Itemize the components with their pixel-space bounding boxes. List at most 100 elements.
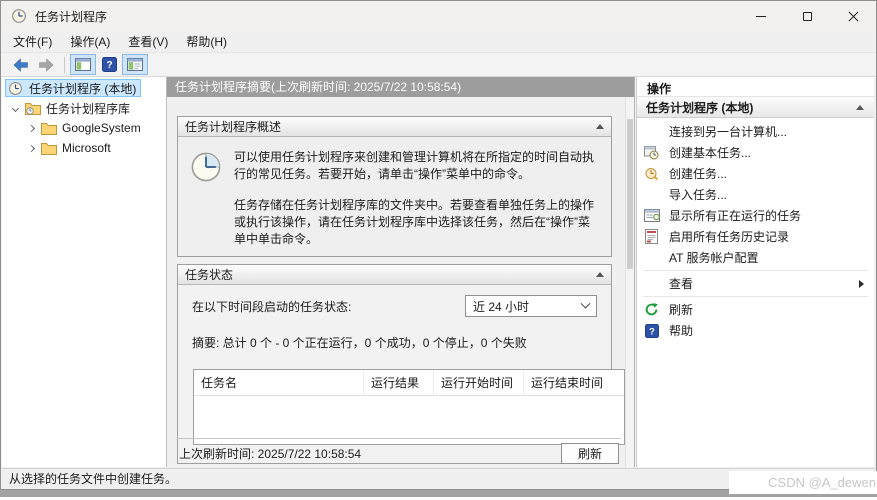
period-value: 近 24 小时 [473, 299, 530, 314]
vertical-scrollbar[interactable] [625, 97, 634, 467]
menu-file[interactable]: 文件(F) [4, 31, 61, 52]
action-label: 刷新 [669, 303, 694, 317]
action-create-task[interactable]: 创建任务... [637, 163, 874, 184]
running-tasks-icon [643, 207, 660, 224]
chevron-right-icon[interactable] [27, 124, 36, 132]
toolbar: ? [1, 52, 876, 77]
task-history-icon [643, 228, 660, 245]
column-header-run-result[interactable]: 运行结果 [364, 370, 434, 395]
column-header-task-name[interactable]: 任务名 [194, 370, 364, 395]
tree-item-microsoft[interactable]: Microsoft [2, 139, 166, 157]
action-label: 创建任务... [669, 167, 728, 181]
minimize-icon [756, 15, 766, 17]
close-icon [848, 11, 859, 22]
titlebar: 任务计划程序 [1, 1, 876, 31]
minimize-button[interactable] [738, 1, 784, 31]
action-view[interactable]: 查看 [637, 273, 874, 294]
action-enable-task-history[interactable]: 启用所有任务历史记录 [637, 226, 874, 247]
task-status-section-header[interactable]: 任务状态 [178, 265, 611, 285]
collapse-icon[interactable] [856, 104, 864, 110]
action-help[interactable]: ? 帮助 [637, 320, 874, 341]
tree-item-root[interactable]: 任务计划程序 (本地) [2, 79, 166, 97]
forward-icon [38, 57, 53, 72]
tree-item-googlesystem[interactable]: GoogleSystem [2, 119, 166, 137]
maximize-icon [802, 11, 812, 21]
scrollbar-thumb[interactable] [627, 119, 633, 269]
watermark: CSDN @A_dewen [729, 471, 877, 494]
action-label: 创建基本任务... [669, 146, 752, 160]
task-status-section: 任务状态 在以下时间段启动的任务状态: 近 24 小时 摘要: 总计 0 个 -… [177, 264, 625, 464]
action-at-service-account[interactable]: AT 服务帐户配置 [637, 247, 874, 268]
actions-panel: 操作 任务计划程序 (本地) 连接到另一台计算机... 创建基本任务... 创建… [636, 77, 874, 467]
actions-separator [643, 296, 868, 297]
close-button[interactable] [830, 1, 876, 31]
overview-section-header[interactable]: 任务计划程序概述 [178, 117, 611, 137]
tree-root-label: 任务计划程序 (本地) [29, 81, 137, 96]
create-task-icon [643, 165, 660, 182]
column-header-run-end[interactable]: 运行结束时间 [524, 370, 624, 395]
forward-button[interactable] [33, 54, 59, 75]
action-pane-toggle-button[interactable] [122, 54, 148, 75]
action-label: 启用所有任务历史记录 [669, 230, 790, 244]
action-show-running-tasks[interactable]: 显示所有正在运行的任务 [637, 205, 874, 226]
task-table: 任务名 运行结果 运行开始时间 运行结束时间 [193, 369, 625, 445]
actions-group-header[interactable]: 任务计划程序 (本地) [637, 97, 874, 118]
tree-folder-label: Microsoft [62, 141, 111, 155]
action-import-task[interactable]: 导入任务... [637, 184, 874, 205]
folder-icon [41, 140, 57, 156]
tree-root-selection: 任务计划程序 (本地) [5, 79, 142, 97]
period-row: 在以下时间段启动的任务状态: 近 24 小时 [186, 295, 603, 317]
status-bar-text: 从选择的任务文件中创建任务。 [9, 472, 178, 486]
column-header-run-start[interactable]: 运行开始时间 [434, 370, 524, 395]
back-button[interactable] [7, 54, 33, 75]
submenu-arrow-icon [859, 279, 864, 288]
chevron-right-icon[interactable] [27, 144, 36, 152]
refresh-icon [643, 301, 660, 318]
no-icon [643, 249, 660, 266]
basic-task-icon [643, 144, 660, 161]
action-label: 帮助 [669, 324, 694, 338]
action-label: 查看 [669, 277, 694, 291]
summary-footer: 上次刷新时间: 2025/7/22 10:58:54 刷新 [177, 438, 621, 467]
app-icon [12, 9, 26, 23]
no-icon [643, 275, 660, 292]
overview-clock-icon [191, 152, 221, 182]
tree-library-label: 任务计划程序库 [46, 101, 131, 116]
summary-body: 任务计划程序概述 可以使用任务计划程序来创建和管理计算机将在所指定的时间自动执行… [167, 97, 625, 467]
caption-buttons [738, 1, 876, 31]
help-toolbar-button[interactable]: ? [96, 54, 122, 75]
chevron-down-icon[interactable] [11, 104, 20, 112]
tree-item-library[interactable]: 任务计划程序库 [2, 99, 166, 117]
svg-text:?: ? [106, 60, 112, 71]
menubar: 文件(F) 操作(A) 查看(V) 帮助(H) [1, 31, 876, 52]
action-create-basic-task[interactable]: 创建基本任务... [637, 142, 874, 163]
last-refresh-time: 上次刷新时间: 2025/7/22 10:58:54 [179, 446, 362, 461]
action-label: 连接到另一台计算机... [669, 125, 788, 139]
menu-action[interactable]: 操作(A) [61, 31, 119, 52]
overview-title: 任务计划程序概述 [185, 120, 282, 134]
action-connect-computer[interactable]: 连接到另一台计算机... [637, 121, 874, 142]
period-dropdown[interactable]: 近 24 小时 [465, 295, 597, 317]
task-table-header-row: 任务名 运行结果 运行开始时间 运行结束时间 [194, 370, 624, 396]
menu-help[interactable]: 帮助(H) [177, 31, 236, 52]
maximize-button[interactable] [784, 1, 830, 31]
action-refresh[interactable]: 刷新 [637, 299, 874, 320]
overview-text: 可以使用任务计划程序来创建和管理计算机将在所指定的时间自动执行的常见任务。若要开… [234, 149, 597, 248]
summary-panel: 任务计划程序摘要(上次刷新时间: 2025/7/22 10:58:54) 任务计… [167, 77, 635, 467]
scheduler-clock-icon [8, 80, 24, 96]
no-icon [643, 123, 660, 140]
action-pane-toggle-icon [127, 58, 143, 71]
console-tree-toggle-icon [75, 58, 91, 71]
help-toolbar-icon: ? [101, 57, 117, 72]
tree-folder-label: GoogleSystem [62, 121, 141, 135]
action-label: 导入任务... [669, 188, 728, 202]
menu-view[interactable]: 查看(V) [119, 31, 177, 52]
overview-paragraph-2: 任务存储在任务计划程序库的文件夹中。若要查看单独任务上的操作或执行该操作，请在任… [234, 198, 595, 246]
folder-icon [41, 120, 57, 136]
refresh-button[interactable]: 刷新 [561, 442, 619, 464]
task-status-title: 任务状态 [185, 268, 234, 282]
console-tree-toggle-button[interactable] [70, 54, 96, 75]
collapse-icon[interactable] [596, 272, 604, 277]
collapse-icon[interactable] [596, 124, 604, 129]
summary-header: 任务计划程序摘要(上次刷新时间: 2025/7/22 10:58:54) [167, 77, 634, 97]
